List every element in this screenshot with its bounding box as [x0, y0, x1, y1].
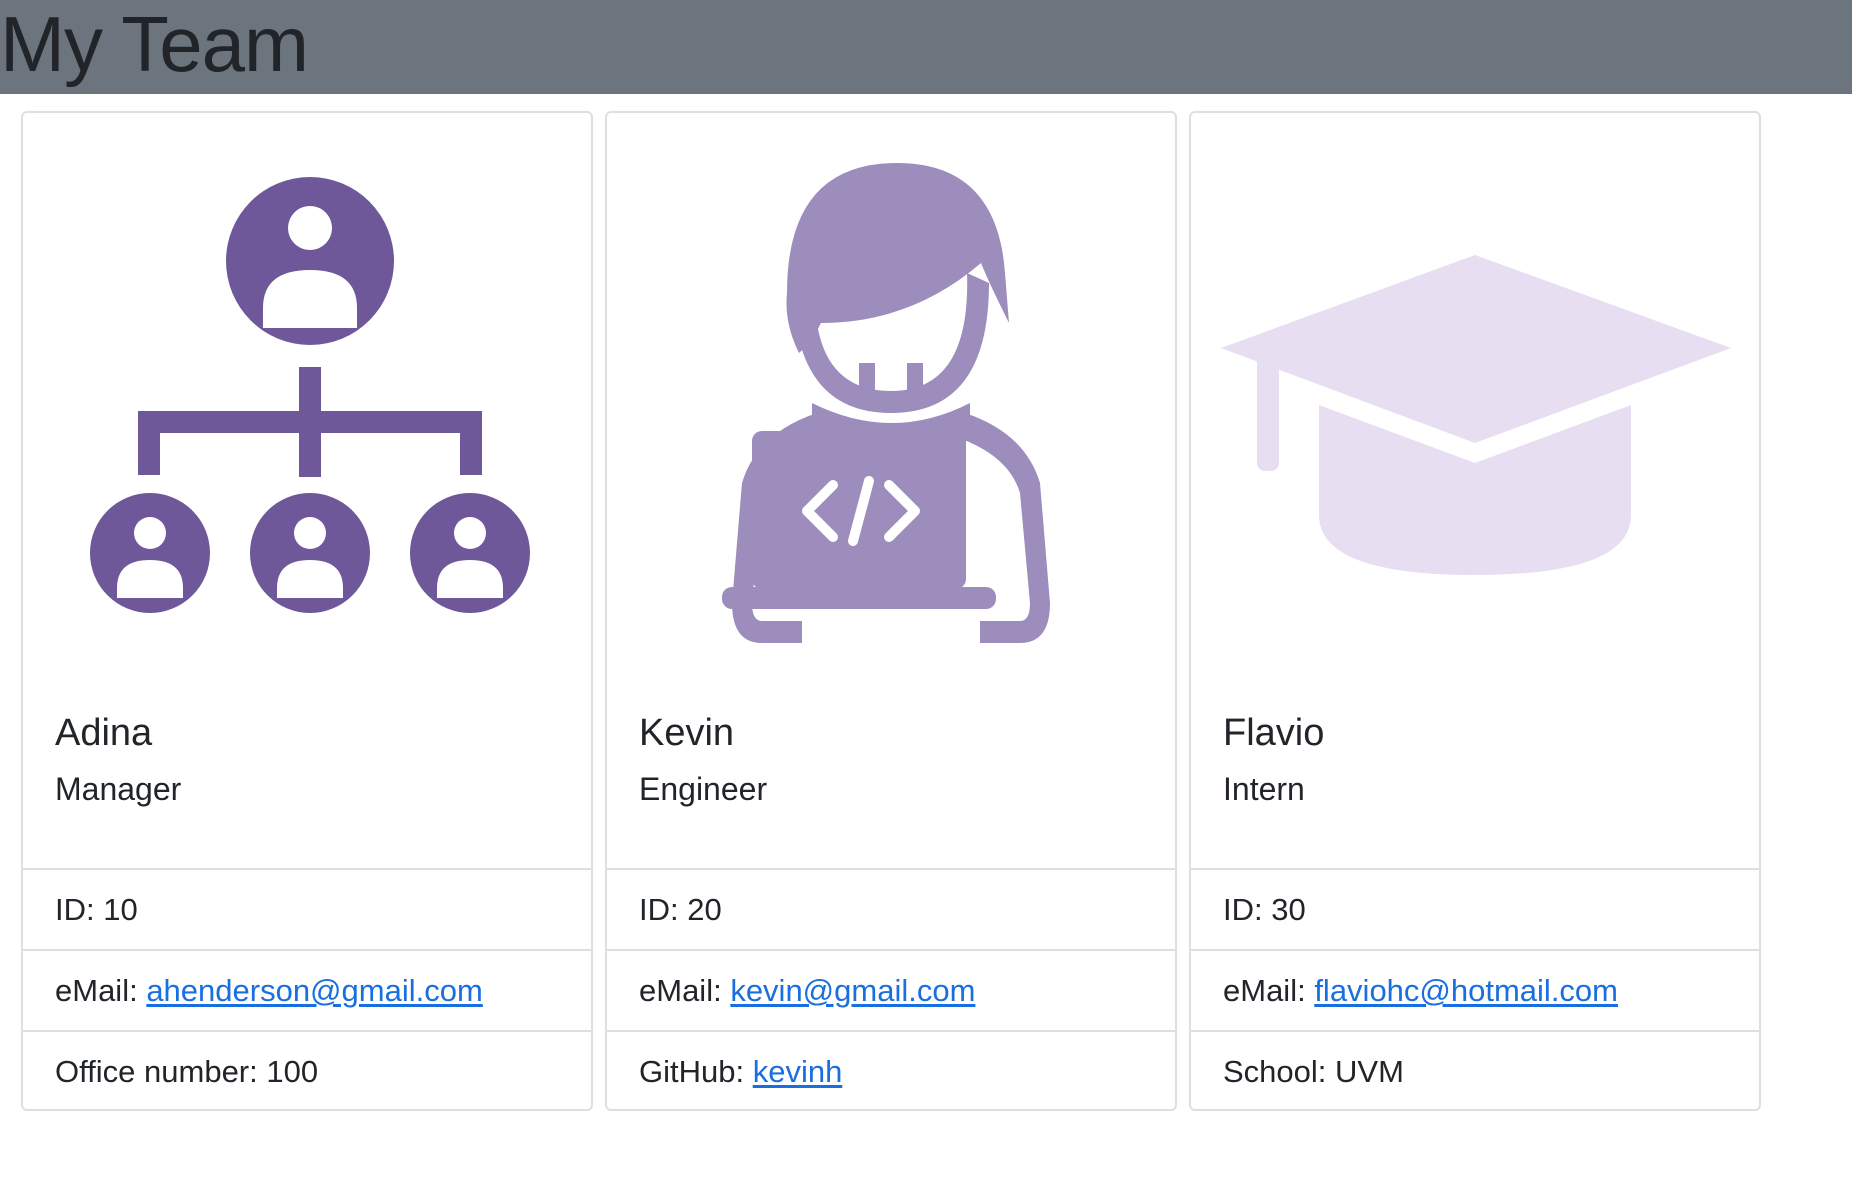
employee-id: ID: 20	[607, 868, 1175, 949]
email-label: eMail:	[55, 973, 147, 1008]
page-header: My Team	[0, 0, 1852, 94]
github-link[interactable]: kevinh	[753, 1054, 843, 1089]
card-body: Adina Manager	[55, 711, 181, 809]
employee-details: ID: 20 eMail: kevin@gmail.com GitHub: ke…	[607, 868, 1175, 1111]
email-link[interactable]: kevin@gmail.com	[730, 973, 975, 1008]
email-link[interactable]: flaviohc@hotmail.com	[1314, 973, 1618, 1008]
graduation-cap-icon	[1191, 113, 1759, 681]
page-title: My Team	[0, 0, 309, 88]
employee-details: ID: 10 eMail: ahenderson@gmail.com Offic…	[23, 868, 591, 1111]
card-body: Flavio Intern	[1223, 711, 1324, 809]
employee-card-engineer: Kevin Engineer ID: 20 eMail: kevin@gmail…	[605, 111, 1177, 1111]
employee-email-row: eMail: ahenderson@gmail.com	[23, 949, 591, 1030]
employee-role: Engineer	[639, 771, 768, 807]
card-body: Kevin Engineer	[639, 711, 767, 809]
employee-id: ID: 10	[23, 868, 591, 949]
employee-details: ID: 30 eMail: flaviohc@hotmail.com Schoo…	[1191, 868, 1759, 1111]
github-label: GitHub:	[639, 1054, 753, 1089]
email-label: eMail:	[1223, 973, 1315, 1008]
email-label: eMail:	[639, 973, 731, 1008]
school-row: School: UVM	[1191, 1030, 1759, 1111]
office-number: Office number: 100	[23, 1030, 591, 1111]
employee-card-intern: Flavio Intern ID: 30 eMail: flaviohc@hot…	[1189, 111, 1761, 1111]
email-link[interactable]: ahenderson@gmail.com	[146, 973, 482, 1008]
employee-name: Kevin	[639, 712, 735, 754]
employee-email-row: eMail: kevin@gmail.com	[607, 949, 1175, 1030]
employee-role: Intern	[1223, 771, 1305, 807]
employee-name: Adina	[55, 712, 153, 754]
developer-laptop-icon	[607, 113, 1175, 681]
org-chart-icon	[23, 113, 591, 681]
employee-name: Flavio	[1223, 712, 1325, 754]
employee-email-row: eMail: flaviohc@hotmail.com	[1191, 949, 1759, 1030]
github-row: GitHub: kevinh	[607, 1030, 1175, 1111]
employee-card-manager: Adina Manager ID: 10 eMail: ahenderson@g…	[21, 111, 593, 1111]
employee-role: Manager	[55, 771, 182, 807]
employee-id: ID: 30	[1191, 868, 1759, 949]
